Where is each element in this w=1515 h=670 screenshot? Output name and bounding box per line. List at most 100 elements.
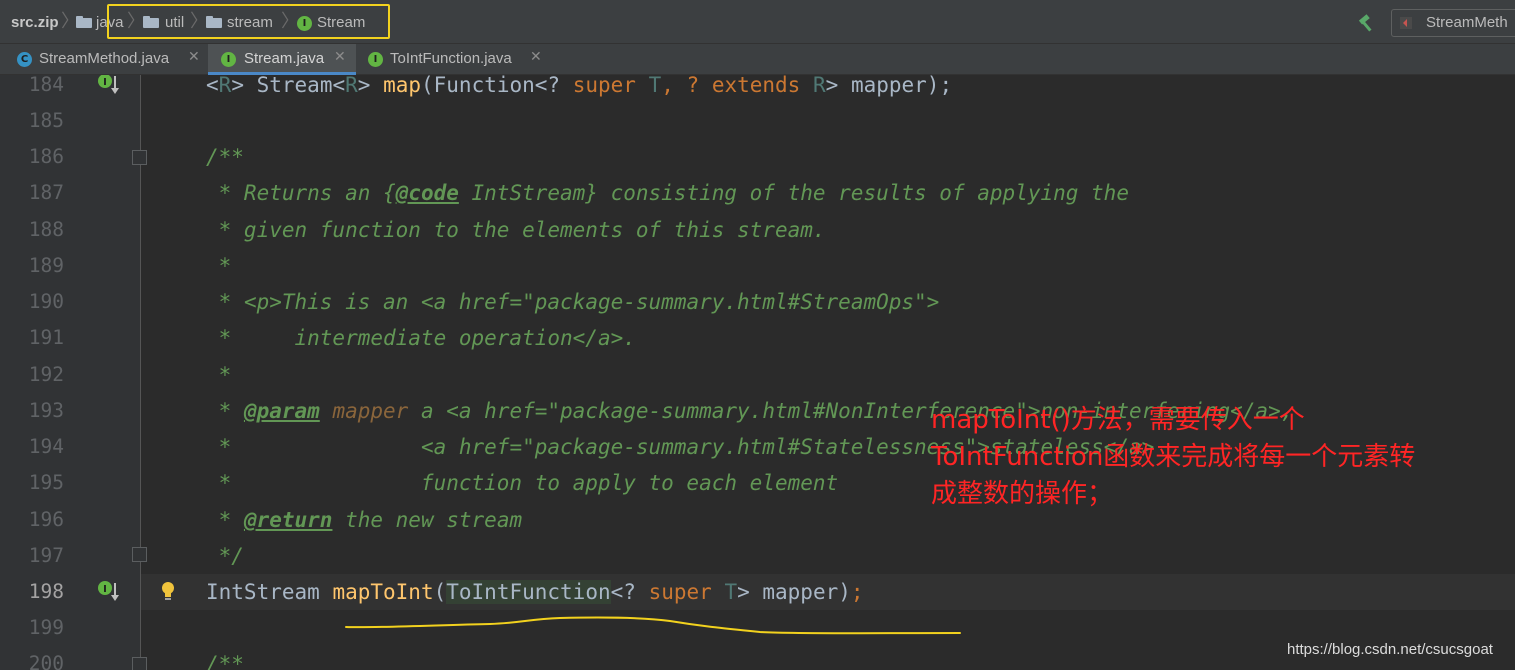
run-configuration-selector[interactable]: StreamMeth [1391, 9, 1515, 37]
code-line-192: * [206, 363, 232, 387]
code-token: IntStream [206, 580, 333, 604]
editor-tab-bar: C StreamMethod.java ✕ I Stream.java ✕ I … [0, 44, 1515, 75]
code-line-190: * <p>This is an <a href="package-summary… [206, 284, 940, 320]
code-token: map [383, 75, 421, 97]
watermark: https://blog.csdn.net/csucsgoat [1287, 641, 1493, 658]
code-line-196: * @return the new stream [206, 502, 522, 538]
code-line-188: * given function to the elements of this… [206, 218, 826, 242]
code-line-189: * [206, 254, 232, 278]
line-number: 190 [28, 290, 64, 313]
code-token: @return [243, 508, 333, 532]
code-token: , ? [661, 75, 712, 97]
code-token: IntStream} consisting of the results of … [458, 181, 1129, 205]
code-token: * [206, 399, 244, 423]
code-token: @code [395, 181, 459, 205]
line-number: 188 [28, 218, 64, 241]
line-number: 187 [28, 181, 64, 204]
close-icon[interactable]: ✕ [188, 49, 200, 65]
tab-stream[interactable]: I Stream.java ✕ [208, 44, 356, 75]
annotation-line: 成整数的操作； [931, 479, 1114, 509]
code-token: the new stream [332, 508, 523, 532]
code-token: super [648, 580, 712, 604]
code-token: R [345, 75, 358, 97]
code-token: * intermediate operation [206, 326, 573, 350]
code-token: . [623, 326, 636, 350]
code-token: > Stream< [231, 75, 346, 97]
fold-toggle-icon[interactable] [132, 547, 147, 562]
code-token: ; [850, 580, 864, 604]
code-line-184: <R> Stream<R> map(Function<? super T, ? … [206, 75, 952, 103]
annotation-line: ToIntFunction函数来完成将每一个元素转 [931, 442, 1416, 472]
run-config-icon [1400, 17, 1412, 29]
code-token: <a href="package-summary.html#StreamOps"… [420, 290, 940, 314]
code-line-200: /** [206, 652, 244, 670]
code-token: * [206, 290, 244, 314]
fold-toggle-icon[interactable] [132, 150, 147, 165]
code-token: (Function<? [421, 75, 573, 97]
build-hammer-icon[interactable] [1357, 13, 1377, 33]
close-icon[interactable]: ✕ [334, 49, 346, 65]
line-number: 195 [28, 471, 64, 494]
navigation-bar: src.zip 〉 java 〉 util 〉 stream 〉 I Strea… [0, 0, 1515, 44]
interface-icon: I [368, 52, 383, 67]
svg-text:I: I [103, 584, 107, 595]
code-token: super [572, 75, 636, 97]
code-token: @param [243, 399, 320, 423]
annotation-line: mapToInt()方法，需要传入一个 [931, 405, 1305, 435]
code-token: <p> [243, 290, 282, 314]
line-number: 186 [28, 145, 64, 168]
code-line-197: */ [206, 544, 244, 568]
code-token: ( [433, 580, 447, 604]
code-token: > mapper) [737, 580, 851, 604]
code-token: R [813, 75, 826, 97]
code-token: extends [711, 75, 801, 97]
code-line-186: /** [206, 145, 244, 169]
code-token: > mapper); [825, 75, 953, 97]
line-number: 193 [28, 399, 64, 422]
tab-tointfunction[interactable]: I ToIntFunction.java ✕ [356, 44, 554, 74]
class-icon: C [17, 52, 32, 67]
code-token: T [724, 580, 738, 604]
tab-label: StreamMethod.java [39, 50, 170, 67]
tab-streammethod[interactable]: C StreamMethod.java ✕ [0, 44, 208, 74]
close-icon[interactable]: ✕ [530, 49, 542, 65]
line-number: 197 [28, 544, 64, 567]
breadcrumb-root[interactable]: src.zip [11, 13, 59, 33]
line-number: 184 [28, 75, 64, 96]
svg-text:I: I [103, 77, 107, 88]
tab-label: Stream.java [244, 50, 325, 67]
lightbulb-icon[interactable] [160, 581, 176, 601]
code-token: T [648, 75, 662, 97]
code-token: < [206, 75, 219, 97]
line-number: 191 [28, 326, 64, 349]
line-number: 196 [28, 508, 64, 531]
code-token: * [206, 435, 421, 459]
code-line-191: * intermediate operation</a>. [206, 320, 636, 356]
code-token: > [357, 75, 384, 97]
line-number: 192 [28, 363, 64, 386]
line-number: 189 [28, 254, 64, 277]
method-name: mapToInt [332, 580, 434, 604]
code-token: R [218, 75, 232, 97]
code-editor[interactable]: 184 185 186 187 188 189 190 191 192 193 … [0, 75, 1515, 670]
code-token: * [206, 508, 244, 532]
code-token: <a href="package-summary.html#Statelessn… [420, 435, 990, 459]
interface-icon: I [221, 52, 236, 67]
line-number: 185 [28, 109, 64, 132]
implemented-method-icon[interactable]: I [97, 580, 121, 604]
run-configuration-label: StreamMeth [1426, 14, 1508, 31]
line-number-current: 198 [28, 580, 64, 603]
code-token: <? [610, 580, 649, 604]
code-token: mapper [332, 399, 409, 423]
annotation-note: mapToInt()方法，需要传入一个 ToIntFunction函数来完成将每… [931, 402, 1501, 513]
code-token: ToIntFunction [446, 580, 611, 604]
folder-icon [76, 16, 92, 28]
line-number: 199 [28, 616, 64, 639]
code-token: </a> [572, 326, 624, 350]
implemented-method-icon[interactable]: I [97, 75, 121, 97]
fold-toggle-icon[interactable] [132, 657, 147, 670]
code-token: * Returns an { [206, 181, 396, 205]
